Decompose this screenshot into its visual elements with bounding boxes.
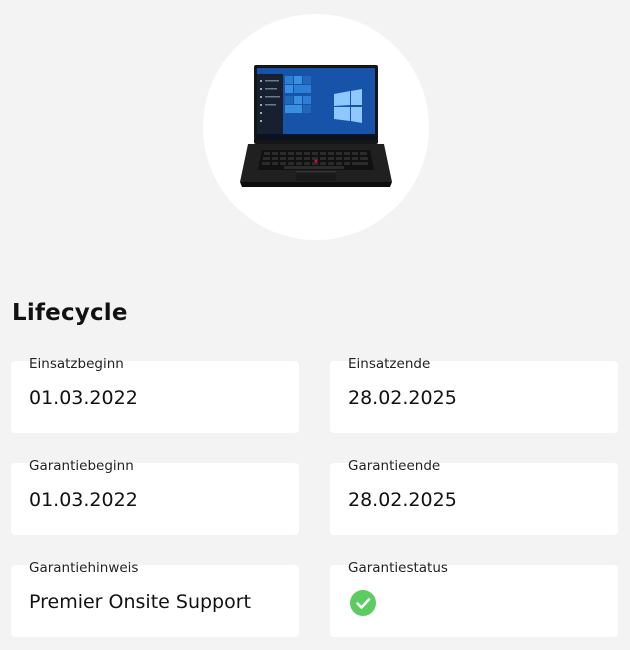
field-garantiehinweis: Garantiehinweis Premier Onsite Support xyxy=(11,560,299,637)
field-value: 01.03.2022 xyxy=(29,489,138,511)
section-title: Lifecycle xyxy=(12,300,128,326)
laptop-icon xyxy=(240,65,392,187)
field-garantieende: Garantieende 28.02.2025 xyxy=(330,458,618,535)
field-label: Garantieende xyxy=(348,458,441,474)
device-image xyxy=(203,14,429,240)
field-value: 28.02.2025 xyxy=(348,387,457,409)
field-label: Garantiebeginn xyxy=(29,458,134,474)
check-circle-icon xyxy=(350,590,376,616)
field-garantiebeginn: Garantiebeginn 01.03.2022 xyxy=(11,458,299,535)
field-label: Einsatzende xyxy=(348,356,431,372)
field-label: Garantiehinweis xyxy=(29,560,139,576)
field-value: 01.03.2022 xyxy=(29,387,138,409)
field-value: Premier Onsite Support xyxy=(29,591,251,613)
field-garantiestatus: Garantiestatus xyxy=(330,560,618,637)
field-einsatzende: Einsatzende 28.02.2025 xyxy=(330,356,618,433)
field-value: 28.02.2025 xyxy=(348,489,457,511)
field-label: Einsatzbeginn xyxy=(29,356,124,372)
field-einsatzbeginn: Einsatzbeginn 01.03.2022 xyxy=(11,356,299,433)
field-label: Garantiestatus xyxy=(348,560,448,576)
